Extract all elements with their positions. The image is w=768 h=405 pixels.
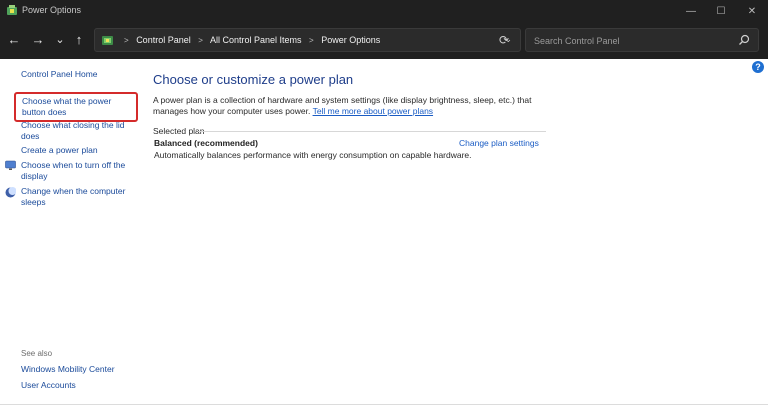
selected-plan-label: Selected plan (153, 126, 205, 136)
control-panel-home-link[interactable]: Control Panel Home (21, 69, 98, 80)
section-divider (198, 131, 546, 132)
breadcrumb-separator: > (309, 36, 314, 45)
up-button[interactable]: ↑ (71, 32, 87, 48)
minimize-button[interactable]: — (676, 0, 706, 22)
page-title: Choose or customize a power plan (153, 72, 354, 87)
help-button[interactable]: ? (752, 61, 764, 73)
search-input[interactable] (532, 33, 736, 49)
main-pane: Choose or customize a power plan A power… (153, 72, 553, 136)
turn-off-display-link[interactable]: Choose when to turn off the display (21, 160, 139, 182)
navigation-bar: ← → ⌄ ↑ > Control Panel > All Control Pa… (0, 22, 768, 59)
learn-more-link[interactable]: Tell me more about power plans (313, 106, 433, 116)
breadcrumb: > Control Panel > All Control Panel Item… (119, 35, 380, 45)
breadcrumb-all-items[interactable]: All Control Panel Items (210, 35, 302, 45)
close-button[interactable]: ✕ (737, 0, 767, 22)
page-description: A power plan is a collection of hardware… (153, 95, 553, 117)
lid-closing-link[interactable]: Choose what closing the lid does (21, 120, 139, 142)
breadcrumb-separator: > (124, 36, 129, 45)
plan-description: Automatically balances performance with … (154, 150, 472, 160)
power-button-link[interactable]: Choose what the power button does (14, 92, 138, 122)
window-title: Power Options (22, 5, 82, 15)
power-options-app-icon (7, 5, 17, 15)
search-box[interactable] (525, 28, 759, 52)
moon-icon (5, 187, 16, 198)
plan-name: Balanced (recommended) (154, 138, 258, 148)
address-bar[interactable]: > Control Panel > All Control Panel Item… (94, 28, 521, 52)
computer-sleeps-link[interactable]: Change when the computer sleeps (21, 186, 139, 208)
maximize-button[interactable]: ☐ (706, 0, 736, 22)
title-bar: Power Options — ☐ ✕ (0, 0, 768, 22)
create-power-plan-link[interactable]: Create a power plan (21, 145, 139, 156)
breadcrumb-control-panel[interactable]: Control Panel (136, 35, 191, 45)
mobility-center-link[interactable]: Windows Mobility Center (21, 364, 139, 375)
search-icon[interactable] (738, 34, 750, 46)
selected-plan-section: Selected plan (153, 126, 553, 136)
see-also-label: See also (21, 349, 53, 358)
content-area: ? Control Panel Home Choose what the pow… (0, 59, 768, 405)
forward-button[interactable]: → (30, 32, 46, 48)
refresh-button[interactable]: ⟳ (494, 30, 514, 50)
left-nav-pane: Control Panel Home Choose what the power… (0, 59, 145, 405)
control-panel-icon (102, 36, 113, 45)
display-icon (5, 160, 16, 170)
breadcrumb-separator: > (198, 36, 203, 45)
user-accounts-link[interactable]: User Accounts (21, 380, 139, 391)
back-button[interactable]: ← (6, 32, 22, 48)
recent-locations-button[interactable]: ⌄ (52, 32, 68, 48)
change-plan-settings-link[interactable]: Change plan settings (459, 138, 539, 148)
power-options-window: Power Options — ☐ ✕ ← → ⌄ ↑ > Control Pa… (0, 0, 768, 405)
breadcrumb-power-options[interactable]: Power Options (321, 35, 380, 45)
